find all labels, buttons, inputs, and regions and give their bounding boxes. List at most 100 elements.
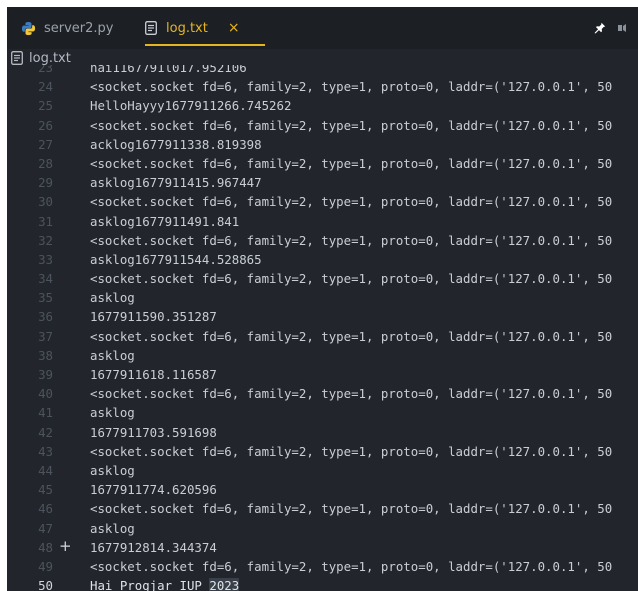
line-text: 1677911618.116587	[90, 367, 217, 382]
line-number: 41	[38, 405, 53, 421]
tab-bar: server2.py log.txt ×	[7, 7, 638, 49]
line-text: Hai Progjar IUP 2023	[90, 576, 240, 591]
code-line[interactable]: 34 <socket.socket fd=6, family=2, type=1,…	[7, 269, 638, 288]
pin-icon[interactable]	[594, 22, 606, 34]
line-number: 40	[38, 386, 53, 402]
line-number-gutter: 38	[7, 346, 53, 365]
code-line[interactable]: 46 <socket.socket fd=6, family=2, type=1,…	[7, 499, 638, 518]
line-number: 45	[38, 482, 53, 498]
line-number: 23	[38, 65, 53, 75]
line-number: 35	[38, 290, 53, 306]
code-line[interactable]: 32 <socket.socket fd=6, family=2, type=1,…	[7, 231, 638, 250]
line-text: 1677911703.591698	[90, 424, 217, 440]
code-line[interactable]: 31 asklog1677911491.841	[7, 212, 638, 231]
code-line[interactable]: 38 asklog	[7, 346, 638, 365]
line-number-gutter: 44	[7, 461, 53, 480]
code-line[interactable]: 36 1677911590.351287	[7, 307, 638, 326]
code-line[interactable]: 49 <socket.socket fd=6, family=2, type=1,…	[7, 557, 638, 576]
line-number: 48	[38, 539, 53, 555]
tab-label: log.txt	[166, 20, 208, 36]
code-line[interactable]: 39 1677911618.116587	[7, 365, 638, 384]
code-line[interactable]: 29 asklog1677911415.967447	[7, 173, 638, 192]
line-number: 47	[38, 520, 53, 536]
line-number-gutter: 39	[7, 365, 53, 384]
close-tab-icon[interactable]: ×	[228, 20, 240, 36]
line-text: <socket.socket fd=6, family=2, type=1, p…	[90, 558, 613, 574]
line-number: 28	[38, 155, 53, 171]
line-number: 50	[38, 578, 53, 591]
line-number-gutter: 25	[7, 96, 53, 115]
selected-text: 2023	[209, 578, 240, 591]
line-text: hai1167791l017.952106	[90, 65, 247, 75]
document-icon	[11, 51, 23, 65]
code-line[interactable]: 30 <socket.socket fd=6, family=2, type=1,…	[7, 192, 638, 211]
code-line[interactable]: 43 <socket.socket fd=6, family=2, type=1,…	[7, 442, 638, 461]
line-number-gutter: 40	[7, 384, 53, 403]
breadcrumb-label: log.txt	[29, 50, 71, 66]
code-line[interactable]: 50 Hai Progjar IUP 2023	[7, 576, 638, 591]
line-text: 1677912814.344374	[90, 539, 217, 555]
line-number-gutter: 49	[7, 557, 53, 576]
line-number: 30	[38, 194, 53, 210]
code-line[interactable]: 37 <socket.socket fd=6, family=2, type=1,…	[7, 327, 638, 346]
code-lines: 23 hai1167791l017.952106 24 <socket.socket …	[7, 65, 638, 591]
line-number-gutter: 34	[7, 269, 53, 288]
line-number-gutter: 30	[7, 192, 53, 211]
line-number-gutter: 28	[7, 154, 53, 173]
line-number: 29	[38, 175, 53, 191]
line-text: 1677911590.351287	[90, 309, 217, 325]
line-number: 36	[38, 309, 53, 325]
line-number-gutter: 27	[7, 135, 53, 154]
line-number-gutter: 47	[7, 519, 53, 538]
line-text: acklog1677911338.819398	[90, 136, 262, 152]
code-line[interactable]: 24 <socket.socket fd=6, family=2, type=1,…	[7, 77, 638, 96]
line-number: 34	[38, 271, 53, 287]
line-number-gutter: 42	[7, 423, 53, 442]
code-line[interactable]: 33 asklog1677911544.528865	[7, 250, 638, 269]
code-line[interactable]: 27 acklog1677911338.819398	[7, 135, 638, 154]
line-text: <socket.socket fd=6, family=2, type=1, p…	[90, 271, 613, 287]
line-number: 26	[38, 117, 53, 133]
line-text-part: Hai Progjar IUP	[90, 578, 210, 591]
line-number: 44	[38, 462, 53, 478]
code-line[interactable]: 44 asklog	[7, 461, 638, 480]
line-number: 32	[38, 232, 53, 248]
line-number-gutter: 46	[7, 499, 53, 518]
code-line[interactable]: 47 asklog	[7, 519, 638, 538]
code-line[interactable]: 40 <socket.socket fd=6, family=2, type=1,…	[7, 384, 638, 403]
python-icon	[21, 21, 36, 35]
tab-server2-py[interactable]: server2.py	[21, 7, 114, 49]
line-text: <socket.socket fd=6, family=2, type=1, p…	[90, 155, 613, 171]
line-number: 31	[38, 213, 53, 229]
tab-log-txt[interactable]: log.txt ×	[145, 7, 265, 49]
line-text: <socket.socket fd=6, family=2, type=1, p…	[90, 501, 613, 517]
line-text: <socket.socket fd=6, family=2, type=1, p…	[90, 386, 613, 402]
code-line[interactable]: 41 asklog	[7, 403, 638, 422]
line-number-gutter: 41	[7, 403, 53, 422]
line-text: asklog	[90, 290, 135, 306]
code-line[interactable]: 25 HelloHayyy1677911266.745262	[7, 96, 638, 115]
line-number: 24	[38, 79, 53, 95]
code-line[interactable]: 28 <socket.socket fd=6, family=2, type=1,…	[7, 154, 638, 173]
more-actions-icon[interactable]	[616, 22, 628, 34]
tab-label: server2.py	[44, 20, 114, 36]
code-line[interactable]: 23 hai1167791l017.952106	[7, 65, 638, 77]
line-text: <socket.socket fd=6, family=2, type=1, p…	[90, 194, 613, 210]
code-line[interactable]: 45 1677911774.620596	[7, 480, 638, 499]
line-number-gutter: 37	[7, 327, 53, 346]
line-number: 46	[38, 501, 53, 517]
code-line[interactable]: 35 asklog	[7, 288, 638, 307]
line-text: asklog	[90, 462, 135, 478]
code-line[interactable]: 42 1677911703.591698	[7, 423, 638, 442]
add-line-icon[interactable]: +	[59, 537, 72, 556]
line-number-gutter: 29	[7, 173, 53, 192]
code-line[interactable]: 48 +1677912814.344374	[7, 537, 638, 557]
tabbar-actions	[594, 7, 628, 49]
line-number-gutter: 45	[7, 480, 53, 499]
code-line[interactable]: 26 <socket.socket fd=6, family=2, type=1,…	[7, 116, 638, 135]
line-text: <socket.socket fd=6, family=2, type=1, p…	[90, 232, 613, 248]
code-editor[interactable]: 23 hai1167791l017.952106 24 <socket.socket …	[7, 65, 638, 591]
line-number-gutter: 50	[7, 576, 53, 591]
line-number-gutter: 32	[7, 231, 53, 250]
line-number-gutter: 33	[7, 250, 53, 269]
